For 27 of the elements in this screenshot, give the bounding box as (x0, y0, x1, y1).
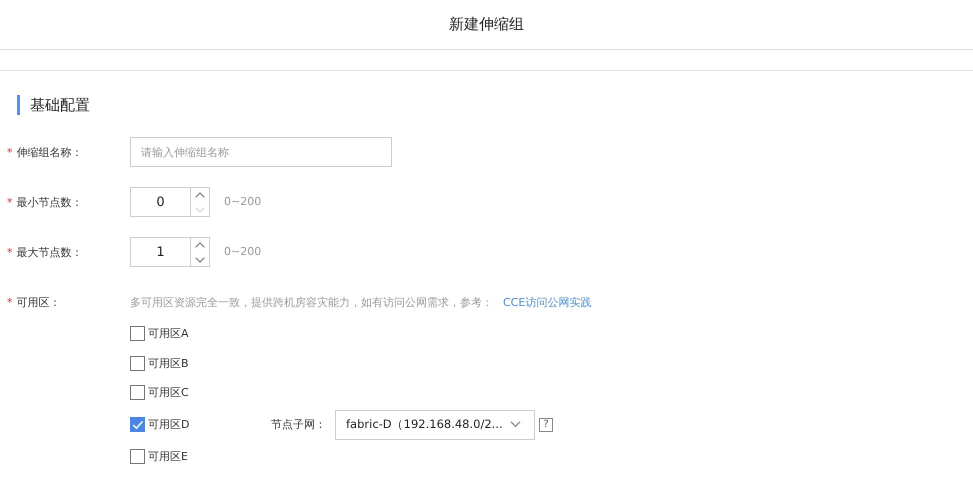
checkbox-label: 可用区C (148, 385, 189, 400)
number-input-field[interactable]: 0 (130, 187, 210, 217)
field-label: 最小节点数： (16, 194, 82, 210)
section-title: 基础配置 (30, 96, 90, 114)
required-mark: * (7, 246, 12, 258)
help-button[interactable]: ? (539, 418, 553, 432)
field-label: 可用区： (16, 294, 60, 310)
range-hint: 0~200 (224, 194, 262, 210)
number-input-field[interactable]: 1 (130, 237, 210, 267)
checkbox-label: 可用区D (148, 417, 190, 432)
dialog-title: 新建伸缩组 (449, 15, 524, 34)
number-value: 0 (131, 188, 191, 216)
field-label: 伸缩组名称： (16, 144, 82, 160)
name-input-field[interactable]: 请输入伸缩组名称 (130, 137, 392, 167)
required-mark: * (7, 146, 12, 158)
checkbox-label: 可用区B (148, 356, 189, 371)
subnet-dropdown[interactable]: fabric-D（192.168.48.0/2... (335, 410, 535, 440)
required-mark: * (7, 296, 12, 308)
checkbox-label: 可用区E (148, 448, 188, 464)
subnet-label: 节点子网： (271, 417, 327, 432)
number-value: 1 (131, 238, 191, 266)
required-mark: * (7, 196, 12, 208)
field-label: 最大节点数： (16, 244, 82, 260)
dropdown-value: fabric-D（192.168.48.0/2... (346, 417, 503, 432)
checkbox-label: 可用区A (148, 326, 189, 342)
range-hint: 0~200 (224, 244, 262, 260)
zone-hint: 多可用区资源完全一致，提供跨机房容灾能力，如有访问公网需求，参考： (130, 294, 493, 310)
